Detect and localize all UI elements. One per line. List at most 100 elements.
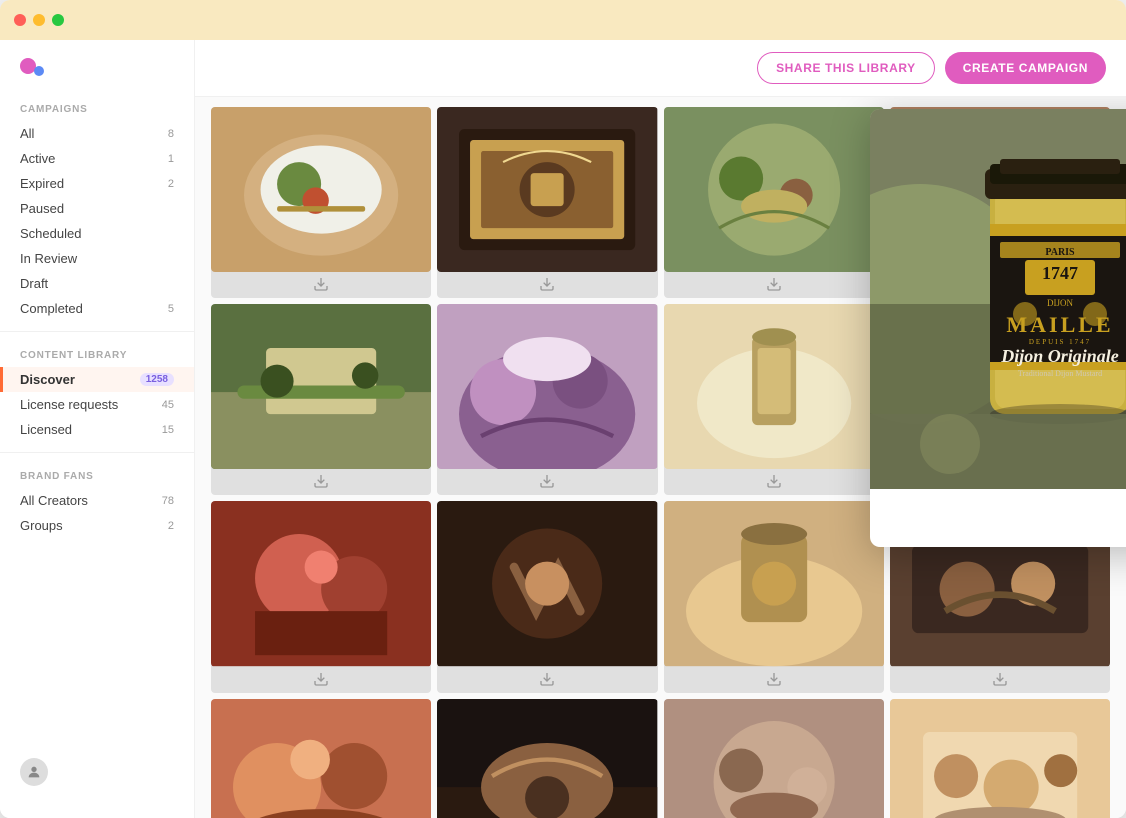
sidebar-item-scheduled-label: Scheduled: [20, 226, 81, 241]
sidebar-item-paused-label: Paused: [20, 201, 64, 216]
gallery-image-9: [211, 501, 431, 666]
gallery-cell-1[interactable]: [211, 107, 431, 298]
main-content: SHARE THIS LIBRARY CREATE CAMPAIGN: [195, 40, 1126, 818]
sidebar-item-allcreators-label: All Creators: [20, 493, 88, 508]
gallery-cell-16[interactable]: [890, 699, 1110, 818]
sidebar-item-license-requests[interactable]: License requests 45: [0, 392, 194, 417]
sidebar-bottom: [0, 746, 194, 798]
gallery-image-13: [211, 699, 431, 818]
sidebar-badge-groups: 2: [168, 520, 174, 532]
sidebar-badge-allcreators: 78: [162, 495, 174, 507]
download-icon-9[interactable]: [211, 667, 431, 693]
topbar: SHARE THIS LIBRARY CREATE CAMPAIGN: [195, 40, 1126, 97]
sidebar-item-all[interactable]: All 8: [0, 121, 194, 146]
gallery-cell-5[interactable]: [211, 304, 431, 495]
titlebar: [0, 0, 1126, 40]
sidebar-item-groups[interactable]: Groups 2: [0, 513, 194, 538]
gallery-image-6: [437, 304, 657, 469]
sidebar-item-expired-label: Expired: [20, 176, 64, 191]
gallery-cell-10[interactable]: [437, 501, 657, 692]
sidebar-badge-licensed: 15: [162, 424, 174, 436]
gallery[interactable]: PARIS 1747 DIJON: [195, 97, 1126, 818]
sidebar-item-discover-label: Discover: [20, 372, 75, 387]
minimize-button[interactable]: [33, 14, 45, 26]
sidebar-item-licensed[interactable]: Licensed 15: [0, 417, 194, 442]
app-window: CAMPAIGNS All 8 Active 1 Expired 2 Pause…: [0, 0, 1126, 818]
app-body: CAMPAIGNS All 8 Active 1 Expired 2 Pause…: [0, 40, 1126, 818]
download-icon-1[interactable]: [211, 272, 431, 298]
sidebar-badge-all: 8: [168, 128, 174, 140]
download-icon-10[interactable]: [437, 667, 657, 693]
svg-text:1747: 1747: [1042, 263, 1078, 283]
sidebar-item-active-label: Active: [20, 151, 55, 166]
gallery-image-15: [664, 699, 884, 818]
sidebar-badge-licenserequests: 45: [162, 399, 174, 411]
sidebar-item-draft-label: Draft: [20, 276, 48, 291]
share-library-button[interactable]: SHARE THIS LIBRARY: [757, 52, 935, 84]
download-icon-5[interactable]: [211, 469, 431, 495]
divider-1: [0, 331, 194, 332]
sidebar-badge-expired: 2: [168, 178, 174, 190]
gallery-cell-3[interactable]: [664, 107, 884, 298]
sidebar-item-active[interactable]: Active 1: [0, 146, 194, 171]
gallery-cell-9[interactable]: [211, 501, 431, 692]
logo-area: [0, 40, 194, 96]
sidebar-item-paused[interactable]: Paused: [0, 196, 194, 221]
gallery-cell-7[interactable]: [664, 304, 884, 495]
sidebar: CAMPAIGNS All 8 Active 1 Expired 2 Pause…: [0, 40, 195, 818]
gallery-cell-11[interactable]: [664, 501, 884, 692]
download-icon-12[interactable]: [890, 667, 1110, 693]
download-icon-7[interactable]: [664, 469, 884, 495]
sidebar-badge-completed: 5: [168, 303, 174, 315]
sidebar-item-discover[interactable]: Discover 1258: [0, 367, 194, 392]
gallery-image-5: [211, 304, 431, 469]
gallery-image-3: [664, 107, 884, 272]
sidebar-item-in-review[interactable]: In Review: [0, 246, 194, 271]
sidebar-item-completed-label: Completed: [20, 301, 83, 316]
image-popup[interactable]: PARIS 1747 DIJON: [870, 109, 1126, 547]
gallery-grid: PARIS 1747 DIJON: [211, 107, 1110, 818]
sidebar-item-completed[interactable]: Completed 5: [0, 296, 194, 321]
brand-fans-section-title: BRAND FANS: [0, 463, 194, 488]
download-icon-2[interactable]: [437, 272, 657, 298]
sidebar-badge-active: 1: [168, 153, 174, 165]
close-button[interactable]: [14, 14, 26, 26]
logo-dot-blue: [34, 66, 44, 76]
download-icon-11[interactable]: [664, 667, 884, 693]
campaigns-section-title: CAMPAIGNS: [0, 96, 194, 121]
logo: [20, 56, 174, 76]
sidebar-item-draft[interactable]: Draft: [0, 271, 194, 296]
sidebar-item-all-creators[interactable]: All Creators 78: [0, 488, 194, 513]
svg-text:PARIS: PARIS: [1045, 247, 1075, 258]
gallery-image-14: [437, 699, 657, 818]
popup-image: PARIS 1747 DIJON: [870, 109, 1126, 489]
gallery-cell-2[interactable]: [437, 107, 657, 298]
gallery-cell-14[interactable]: [437, 699, 657, 818]
download-icon-6[interactable]: [437, 469, 657, 495]
gallery-cell-15[interactable]: [664, 699, 884, 818]
svg-text:MAILLE: MAILLE: [1006, 312, 1113, 337]
sidebar-item-licenserequests-label: License requests: [20, 397, 118, 412]
sidebar-item-licensed-label: Licensed: [20, 422, 72, 437]
sidebar-badge-discover: 1258: [140, 373, 174, 386]
traffic-lights: [14, 14, 64, 26]
svg-text:Traditional Dijon Mustard: Traditional Dijon Mustard: [1018, 369, 1102, 378]
svg-text:Dijon Originale: Dijon Originale: [1000, 346, 1119, 366]
content-library-section-title: CONTENT LIBRARY: [0, 342, 194, 367]
maximize-button[interactable]: [52, 14, 64, 26]
gallery-image-1: [211, 107, 431, 272]
divider-2: [0, 452, 194, 453]
gallery-image-16: [890, 699, 1110, 818]
sidebar-item-scheduled[interactable]: Scheduled: [0, 221, 194, 246]
gallery-image-11: [664, 501, 884, 666]
sidebar-item-expired[interactable]: Expired 2: [0, 171, 194, 196]
sidebar-item-all-label: All: [20, 126, 34, 141]
svg-text:DIJON: DIJON: [1047, 298, 1073, 308]
sidebar-item-inreview-label: In Review: [20, 251, 77, 266]
user-avatar[interactable]: [20, 758, 48, 786]
gallery-cell-13[interactable]: [211, 699, 431, 818]
create-campaign-button[interactable]: CREATE CAMPAIGN: [945, 52, 1106, 84]
download-icon-3[interactable]: [664, 272, 884, 298]
gallery-cell-6[interactable]: [437, 304, 657, 495]
gallery-image-10: [437, 501, 657, 666]
